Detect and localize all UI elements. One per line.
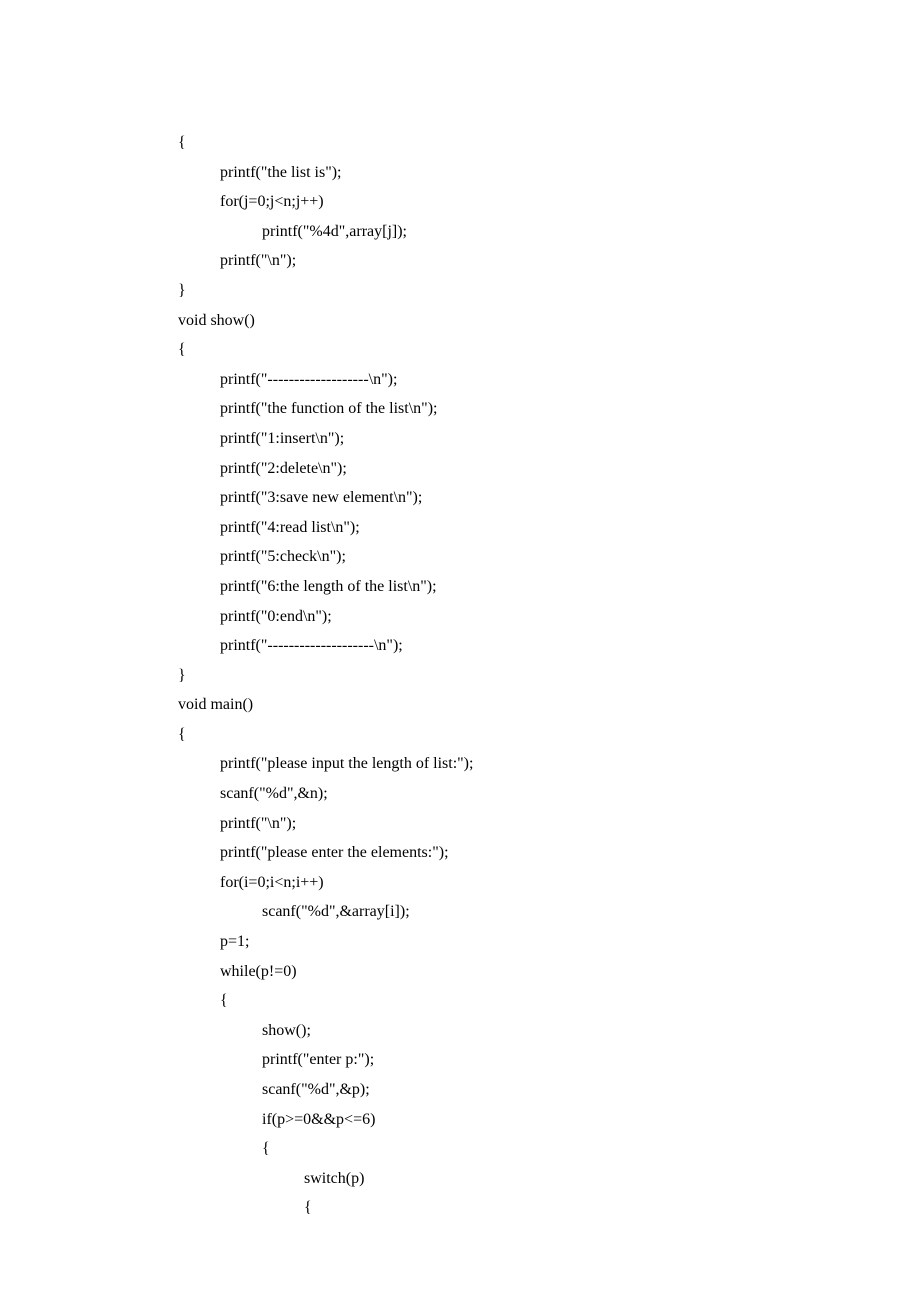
code-line: p=1; (178, 927, 920, 957)
code-line: printf("the list is"); (178, 158, 920, 188)
code-line: { (178, 1134, 920, 1164)
code-line: show(); (178, 1016, 920, 1046)
code-line: void show() (178, 306, 920, 336)
code-line: if(p>=0&&p<=6) (178, 1105, 920, 1135)
code-line: { (178, 986, 920, 1016)
code-listing: {printf("the list is");for(j=0;j<n;j++)p… (178, 128, 920, 1223)
code-line: scanf("%d",&n); (178, 779, 920, 809)
code-line: void main() (178, 690, 920, 720)
code-line: printf("\n"); (178, 246, 920, 276)
code-line: printf("enter p:"); (178, 1045, 920, 1075)
code-line: for(i=0;i<n;i++) (178, 868, 920, 898)
code-line: for(j=0;j<n;j++) (178, 187, 920, 217)
code-line: } (178, 276, 920, 306)
code-line: printf("%4d",array[j]); (178, 217, 920, 247)
code-line: printf("4:read list\n"); (178, 513, 920, 543)
code-line: printf("-------------------\n"); (178, 365, 920, 395)
code-line: printf("1:insert\n"); (178, 424, 920, 454)
code-line: scanf("%d",&array[i]); (178, 897, 920, 927)
code-line: { (178, 335, 920, 365)
code-line: { (178, 1193, 920, 1223)
code-line: switch(p) (178, 1164, 920, 1194)
code-line: printf("--------------------\n"); (178, 631, 920, 661)
code-line: printf("3:save new element\n"); (178, 483, 920, 513)
code-line: printf("the function of the list\n"); (178, 394, 920, 424)
code-line: printf("2:delete\n"); (178, 454, 920, 484)
code-line: printf("0:end\n"); (178, 602, 920, 632)
code-line: { (178, 720, 920, 750)
code-line: } (178, 661, 920, 691)
code-line: printf("6:the length of the list\n"); (178, 572, 920, 602)
code-line: printf("\n"); (178, 809, 920, 839)
code-line: scanf("%d",&p); (178, 1075, 920, 1105)
code-line: printf("please input the length of list:… (178, 749, 920, 779)
code-line: printf("please enter the elements:"); (178, 838, 920, 868)
code-line: printf("5:check\n"); (178, 542, 920, 572)
code-line: { (178, 128, 920, 158)
code-line: while(p!=0) (178, 957, 920, 987)
